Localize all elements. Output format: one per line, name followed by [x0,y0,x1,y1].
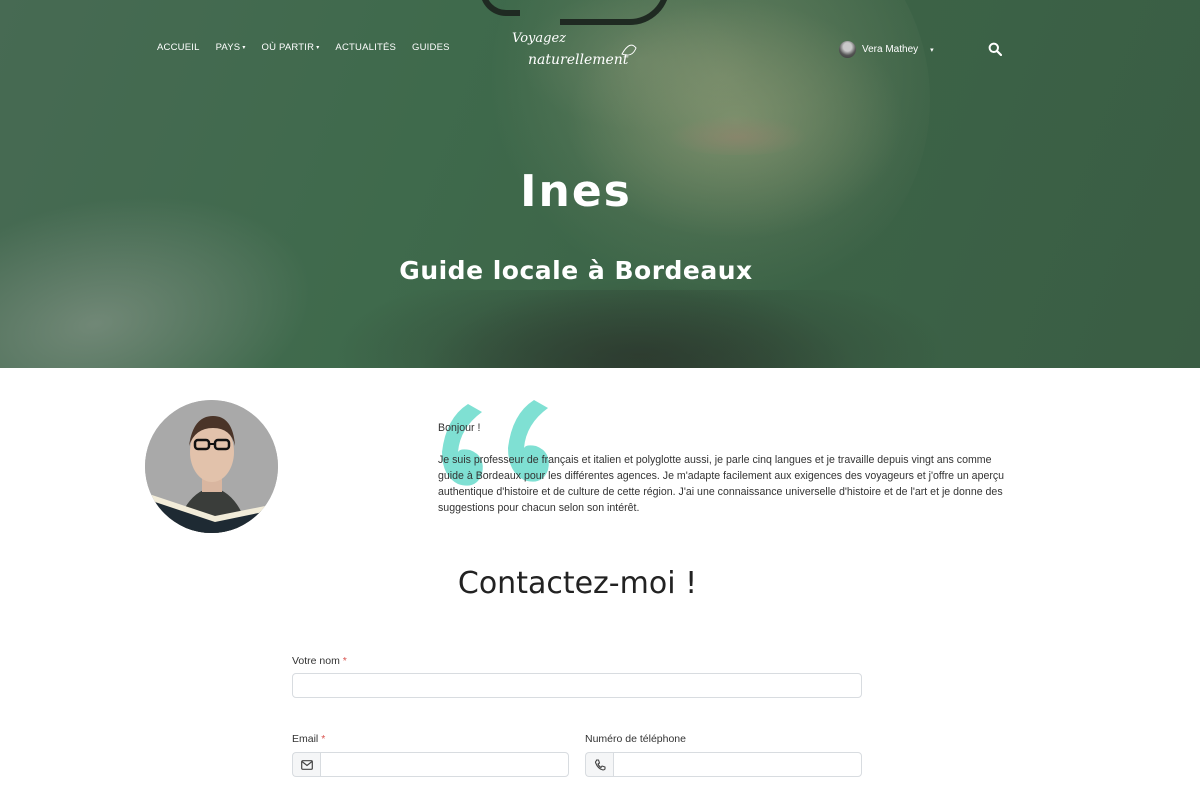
bio-greeting: Bonjour ! [438,422,481,434]
phone-label-text: Numéro de téléphone [585,733,686,745]
hero-background-lips [668,115,808,155]
email-input[interactable] [320,752,569,777]
chevron-down-icon: ▾ [930,45,934,54]
guide-bio: Bonjour ! Je suis professeur de français… [438,420,1013,516]
hero-banner: ACCUEIL PAYS ▾ OÙ PARTIR ▾ ACTUALITÉS GU… [0,0,1200,368]
page-subtitle: Guide locale à Bordeaux [399,256,753,285]
required-mark: * [342,655,347,667]
nav-item-label: ACCUEIL [157,42,200,53]
nav-item-ou-partir[interactable]: OÙ PARTIR ▾ [262,42,320,53]
caret-down-icon: ▾ [316,45,320,51]
guide-photo [145,400,278,533]
logo-line2: naturellement [528,52,629,68]
guide-portrait [145,400,278,533]
email-label-text: Email [292,733,319,745]
hero-background-glasses-arm [480,0,520,16]
email-field [292,752,569,777]
name-input[interactable] [292,673,862,698]
nav-item-label: PAYS [215,42,241,53]
name-label: Votre nom * [292,655,347,667]
hero-background-shoulder [330,290,950,368]
phone-label: Numéro de téléphone [585,733,686,745]
phone-input[interactable] [613,752,862,777]
phone-field [585,752,862,777]
phone-icon [594,758,606,771]
contact-title: Contactez-moi ! [457,566,698,601]
phone-addon [585,752,613,777]
nav-item-pays[interactable]: PAYS ▾ [216,42,246,53]
nav-item-label: ACTUALITÉS [335,42,397,53]
nav-item-guides[interactable]: GUIDES [412,42,450,53]
avatar [839,41,856,58]
site-logo[interactable]: Voyagez naturellement [510,28,640,72]
nav-item-label: OÙ PARTIR [261,42,315,53]
page-title: Ines [520,166,632,217]
bio-text: Je suis professeur de français et italie… [438,454,1005,514]
name-label-text: Votre nom [292,655,340,667]
nav-item-accueil[interactable]: ACCUEIL [157,42,200,53]
main-nav: ACCUEIL PAYS ▾ OÙ PARTIR ▾ ACTUALITÉS GU… [157,42,466,53]
user-menu[interactable]: Vera Mathey ▾ [839,41,934,58]
search-icon[interactable] [988,42,1002,56]
user-name: Vera Mathey [862,44,919,55]
nav-item-actualites[interactable]: ACTUALITÉS [335,42,396,53]
required-mark: * [321,733,326,745]
email-label: Email * [292,733,325,745]
email-addon [292,752,320,777]
logo-line1: Voyagez [512,31,566,46]
envelope-icon [300,759,313,770]
nav-item-label: GUIDES [412,42,450,53]
caret-down-icon: ▾ [242,45,246,51]
